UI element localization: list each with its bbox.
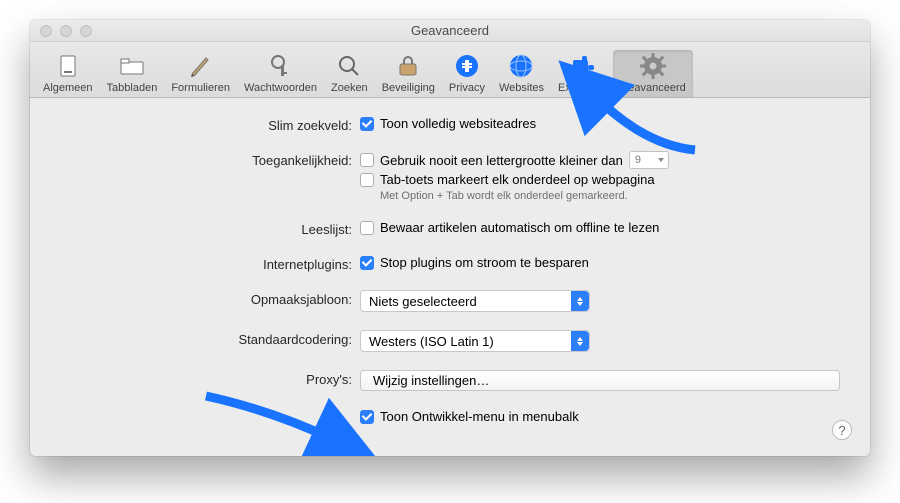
- tab-zoeken[interactable]: Zoeken: [324, 50, 375, 97]
- save-articles-checkbox[interactable]: Bewaar artikelen automatisch om offline …: [360, 220, 840, 235]
- show-full-address-checkbox[interactable]: Toon volledig websiteadres: [360, 116, 840, 131]
- help-button[interactable]: ?: [832, 420, 852, 440]
- encoding-select[interactable]: Westers (ISO Latin 1): [360, 330, 590, 352]
- select-value: Niets geselecteerd: [369, 294, 477, 309]
- tab-formulieren[interactable]: Formulieren: [164, 50, 237, 97]
- stylesheet-select[interactable]: Niets geselecteerd: [360, 290, 590, 312]
- tab-label: Beveiliging: [382, 82, 435, 94]
- security-icon: [394, 52, 422, 80]
- tab-tabbladen[interactable]: Tabbladen: [100, 50, 165, 97]
- checkbox-icon: [360, 153, 374, 167]
- checkbox-icon: [360, 410, 374, 424]
- passwords-icon: [267, 52, 295, 80]
- label-accessibility: Toegankelijkheid:: [60, 151, 360, 168]
- tab-privacy[interactable]: Privacy: [442, 50, 492, 97]
- button-label: Wijzig instellingen…: [373, 373, 489, 388]
- extensions-icon: [568, 52, 596, 80]
- tab-geavanceerd[interactable]: Geavanceerd: [613, 50, 693, 97]
- minimize-icon[interactable]: [60, 25, 72, 37]
- checkbox-icon: [360, 173, 374, 187]
- stop-plugins-checkbox[interactable]: Stop plugins om stroom te besparen: [360, 255, 840, 270]
- select-arrows-icon: [571, 291, 589, 311]
- tab-label: Websites: [499, 82, 544, 94]
- checkbox-label: Stop plugins om stroom te besparen: [380, 255, 589, 270]
- checkbox-label: Toon Ontwikkel-menu in menubalk: [380, 409, 579, 424]
- tab-wachtwoorden[interactable]: Wachtwoorden: [237, 50, 324, 97]
- checkbox-label: Bewaar artikelen automatisch om offline …: [380, 220, 659, 235]
- help-icon: ?: [838, 423, 845, 438]
- tab-websites[interactable]: Websites: [492, 50, 551, 97]
- label-reading-list: Leeslijst:: [60, 220, 360, 237]
- label-proxies: Proxy's:: [60, 370, 360, 387]
- preferences-toolbar: Algemeen Tabbladen Formulieren Wachtwoor…: [30, 42, 870, 98]
- tab-label: Tabbladen: [107, 82, 158, 94]
- checkbox-label: Toon volledig websiteadres: [380, 116, 536, 131]
- titlebar: Geavanceerd: [30, 20, 870, 42]
- general-icon: [54, 52, 82, 80]
- select-value: Westers (ISO Latin 1): [369, 334, 494, 349]
- checkbox-icon: [360, 256, 374, 270]
- tab-label: Algemeen: [43, 82, 93, 94]
- zoom-icon[interactable]: [80, 25, 92, 37]
- search-icon: [335, 52, 363, 80]
- tab-algemeen[interactable]: Algemeen: [36, 50, 100, 97]
- traffic-lights: [40, 25, 92, 37]
- tab-extensies[interactable]: Extensies: [551, 50, 613, 97]
- label-encoding: Standaardcodering:: [60, 330, 360, 347]
- websites-icon: [507, 52, 535, 80]
- autofill-icon: [187, 52, 215, 80]
- checkbox-icon: [360, 221, 374, 235]
- close-icon[interactable]: [40, 25, 52, 37]
- change-proxy-settings-button[interactable]: Wijzig instellingen…: [360, 370, 840, 391]
- min-font-size-checkbox[interactable]: Gebruik nooit een lettergrootte kleiner …: [360, 151, 840, 169]
- tab-label: Extensies: [558, 82, 606, 94]
- tab-label: Wachtwoorden: [244, 82, 317, 94]
- advanced-gear-icon: [639, 52, 667, 80]
- preferences-window: Geavanceerd Algemeen Tabbladen Formulier…: [30, 20, 870, 456]
- tab-highlights-hint: Met Option + Tab wordt elk onderdeel gem…: [380, 190, 840, 202]
- checkbox-label: Gebruik nooit een lettergrootte kleiner …: [380, 153, 623, 168]
- privacy-icon: [453, 52, 481, 80]
- label-stylesheet: Opmaaksjabloon:: [60, 290, 360, 307]
- checkbox-icon: [360, 117, 374, 131]
- select-arrows-icon: [571, 331, 589, 351]
- tab-beveiliging[interactable]: Beveiliging: [375, 50, 442, 97]
- min-font-size-select[interactable]: 9: [629, 151, 669, 169]
- tab-highlights-checkbox[interactable]: Tab-toets markeert elk onderdeel op webp…: [360, 172, 840, 187]
- show-develop-menu-checkbox[interactable]: Toon Ontwikkel-menu in menubalk: [360, 409, 840, 424]
- tab-label: Privacy: [449, 82, 485, 94]
- content-pane: Slim zoekveld: Toon volledig websiteadre…: [30, 98, 870, 456]
- tabs-icon: [118, 52, 146, 80]
- label-smart-search: Slim zoekveld:: [60, 116, 360, 133]
- window-title: Geavanceerd: [411, 23, 489, 38]
- tab-label: Formulieren: [171, 82, 230, 94]
- tab-label: Zoeken: [331, 82, 368, 94]
- tab-label: Geavanceerd: [620, 82, 686, 94]
- checkbox-label: Tab-toets markeert elk onderdeel op webp…: [380, 172, 655, 187]
- label-internet-plugins: Internetplugins:: [60, 255, 360, 272]
